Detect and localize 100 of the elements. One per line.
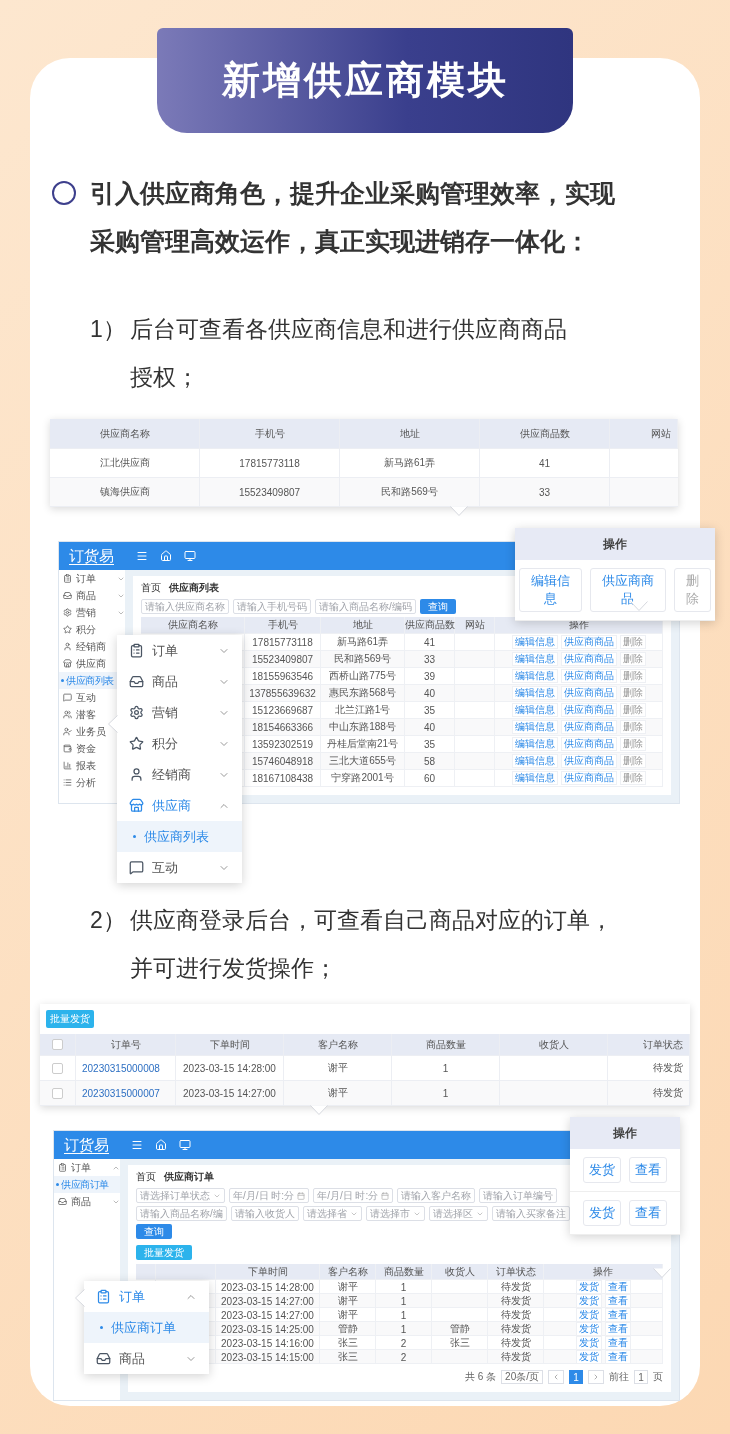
batch-ship-button[interactable]: 批量发货: [46, 1010, 94, 1028]
action-button[interactable]: 查看: [604, 1280, 631, 1294]
search-button[interactable]: 查询: [136, 1224, 172, 1239]
sidebar-item[interactable]: 订单: [59, 570, 125, 587]
batch-ship-button[interactable]: 批量发货: [136, 1245, 192, 1260]
monitor-icon[interactable]: [184, 550, 196, 562]
delete-button[interactable]: 删除: [619, 669, 646, 683]
menu-icon[interactable]: [131, 1139, 143, 1151]
action-button[interactable]: 供应商商品: [560, 720, 617, 734]
sidebar-item[interactable]: 订单: [54, 1159, 120, 1176]
action-button[interactable]: 编辑信息: [519, 568, 582, 612]
delete-button[interactable]: 删除: [619, 686, 646, 700]
step-number: 1）: [90, 315, 127, 344]
action-button[interactable]: 查看: [604, 1350, 631, 1364]
action-button[interactable]: 发货: [575, 1322, 602, 1336]
menu-item[interactable]: 互动: [117, 852, 242, 883]
action-button[interactable]: 查看: [604, 1294, 631, 1308]
action-button[interactable]: 查看: [604, 1336, 631, 1350]
delete-button[interactable]: 删除: [619, 771, 646, 785]
delete-button[interactable]: 删除: [619, 652, 646, 666]
menu-subitem[interactable]: 供应商列表: [117, 821, 242, 852]
action-button[interactable]: 供应商商品: [560, 635, 617, 649]
input-field[interactable]: 请输入商品名称/编码: [315, 599, 416, 614]
action-button[interactable]: 供应商商品: [560, 669, 617, 683]
action-button[interactable]: 查看: [629, 1200, 667, 1226]
action-button[interactable]: 查看: [604, 1308, 631, 1322]
home-icon[interactable]: [160, 550, 172, 562]
action-button[interactable]: 发货: [575, 1350, 602, 1364]
input-field[interactable]: 请选择省: [302, 1206, 362, 1221]
input-field[interactable]: 请输入客户名称: [397, 1188, 476, 1203]
order-link[interactable]: 20230315000007: [76, 1081, 176, 1105]
page-input[interactable]: 1: [634, 1370, 648, 1384]
input-field[interactable]: 请输入手机号码: [233, 599, 311, 614]
people-icon: [63, 710, 72, 719]
action-button[interactable]: 供应商商品: [560, 703, 617, 717]
action-button[interactable]: 编辑信息: [511, 754, 558, 768]
delete-button[interactable]: 删除: [673, 568, 711, 612]
action-button[interactable]: 编辑信息: [511, 652, 558, 666]
action-button[interactable]: 供应商商品: [560, 771, 617, 785]
menu-item[interactable]: 商品: [117, 666, 242, 697]
sidebar-item[interactable]: 营销: [59, 604, 125, 621]
menu-icon[interactable]: [136, 550, 148, 562]
sidebar-subitem[interactable]: 供应商订单: [54, 1176, 120, 1193]
delete-button[interactable]: 删除: [619, 754, 646, 768]
action-button[interactable]: 发货: [575, 1336, 602, 1350]
menu-item[interactable]: 经销商: [117, 759, 242, 790]
action-button[interactable]: 查看: [629, 1157, 667, 1183]
sidebar-item[interactable]: 商品: [54, 1193, 120, 1210]
menu-item[interactable]: 订单: [117, 635, 242, 666]
search-button[interactable]: 查询: [419, 599, 456, 614]
action-button[interactable]: 查看: [604, 1322, 631, 1336]
home-icon[interactable]: [155, 1139, 167, 1151]
menu-item[interactable]: 营销: [117, 697, 242, 728]
delete-button[interactable]: 删除: [619, 720, 646, 734]
input-field[interactable]: 请输入供应商名称: [141, 599, 229, 614]
sidebar-item[interactable]: 商品: [59, 587, 125, 604]
input-field[interactable]: 请选择市: [365, 1206, 425, 1221]
action-button[interactable]: 编辑信息: [511, 669, 558, 683]
action-button[interactable]: 发货: [575, 1280, 602, 1294]
input-field[interactable]: 请输入收货人: [230, 1206, 299, 1221]
input-field[interactable]: 请选择订单状态: [136, 1188, 225, 1203]
logo: 订货易: [69, 547, 114, 565]
action-button[interactable]: 编辑信息: [511, 771, 558, 785]
page-button[interactable]: 1: [569, 1370, 583, 1384]
breadcrumb-item[interactable]: 首页: [141, 581, 161, 595]
input-field[interactable]: 请选择区: [428, 1206, 488, 1221]
input-field[interactable]: 年/月/日 时:分: [229, 1188, 310, 1203]
monitor-icon[interactable]: [179, 1139, 191, 1151]
input-field[interactable]: 年/月/日 时:分: [313, 1188, 394, 1203]
action-button[interactable]: 编辑信息: [511, 703, 558, 717]
menu-item[interactable]: 积分: [117, 728, 242, 759]
action-button[interactable]: 发货: [583, 1200, 621, 1226]
input-field[interactable]: 请输入订单编号: [479, 1188, 558, 1203]
action-button[interactable]: 供应商商品: [560, 686, 617, 700]
action-button[interactable]: 发货: [575, 1308, 602, 1322]
checkbox[interactable]: [52, 1062, 63, 1074]
action-button[interactable]: 发货: [575, 1294, 602, 1308]
delete-button[interactable]: 删除: [619, 635, 646, 649]
action-button[interactable]: 供应商商品: [560, 754, 617, 768]
input-field[interactable]: 请输入买家备注: [491, 1206, 570, 1221]
menu-subitem[interactable]: 供应商订单: [84, 1312, 209, 1343]
action-button[interactable]: 供应商商品: [589, 568, 666, 612]
page-size-select[interactable]: 20条/页: [501, 1370, 543, 1384]
action-button[interactable]: 供应商商品: [560, 737, 617, 751]
input-field[interactable]: 请输入商品名称/编: [136, 1206, 227, 1221]
action-button[interactable]: 编辑信息: [511, 737, 558, 751]
sidebar-item[interactable]: 积分: [59, 621, 125, 638]
delete-button[interactable]: 删除: [619, 737, 646, 751]
action-button[interactable]: 发货: [583, 1157, 621, 1183]
delete-button[interactable]: 删除: [619, 703, 646, 717]
action-button[interactable]: 编辑信息: [511, 720, 558, 734]
action-button[interactable]: 编辑信息: [511, 686, 558, 700]
action-button[interactable]: 编辑信息: [511, 635, 558, 649]
menu-item[interactable]: 商品: [84, 1343, 209, 1374]
order-link[interactable]: 20230315000008: [76, 1056, 176, 1080]
checkbox[interactable]: [52, 1039, 63, 1050]
checkbox[interactable]: [52, 1087, 63, 1099]
menu-item[interactable]: 供应商: [117, 790, 242, 821]
action-button[interactable]: 供应商商品: [560, 652, 617, 666]
breadcrumb-item[interactable]: 首页: [136, 1170, 156, 1184]
